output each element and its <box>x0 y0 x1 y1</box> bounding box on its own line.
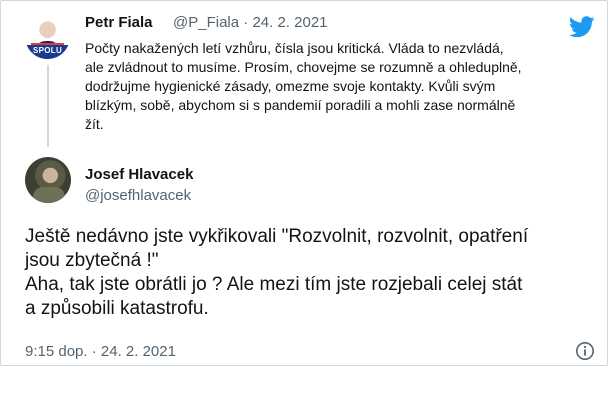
tweet-embed-card: SPOLU Petr Fiala @P_Fiala · 24. 2. 2021 … <box>0 0 608 366</box>
tweet-timestamp[interactable]: 9:15 dop. · 24. 2. 2021 <box>25 343 176 360</box>
parent-text-line: ale zvládnout to musíme. Prosím, chovejm… <box>85 59 522 75</box>
petr-fiala-avatar[interactable]: SPOLU <box>25 14 70 59</box>
info-icon[interactable] <box>575 341 595 361</box>
avatar-logo-text: SPOLU <box>32 46 63 55</box>
main-text-line: jsou zbytečná !" <box>25 250 159 271</box>
main-author-name[interactable]: Josef Hlavacek <box>85 166 193 183</box>
main-handle[interactable]: @josefhlavacek <box>85 187 191 204</box>
main-text-line: a způsobili katastrofu. <box>25 298 209 319</box>
avatar-figure <box>33 187 65 203</box>
parent-tweet-text: Počty nakažených letí vzhůru, čísla jsou… <box>85 39 595 134</box>
main-text-line: Ještě nedávno jste vykřikovali "Rozvolni… <box>25 226 529 247</box>
twitter-bird-icon[interactable] <box>569 16 595 38</box>
parent-handle[interactable]: @P_Fiala <box>173 14 239 31</box>
parent-text-line: dodržujme hygienické zásady, omezme svoj… <box>85 78 496 94</box>
parent-text-line: blízkým, sobě, abychom si s pandemií por… <box>85 97 516 113</box>
meta-separator: · <box>243 14 249 31</box>
parent-text-line: Počty nakažených letí vzhůru, čísla jsou… <box>85 40 504 56</box>
main-text-line: Aha, tak jste obrátli jo ? Ale mezi tím … <box>25 274 523 295</box>
parent-text-line: žít. <box>85 116 104 132</box>
thread-connector-line <box>47 65 49 147</box>
parent-author-name[interactable]: Petr Fiala <box>85 14 153 31</box>
parent-meta: @P_Fiala · 24. 2. 2021 <box>173 14 328 31</box>
josef-hlavacek-avatar[interactable] <box>25 157 71 203</box>
main-tweet-text: Ještě nedávno jste vykřikovali "Rozvolni… <box>25 225 595 321</box>
parent-date[interactable]: 24. 2. 2021 <box>252 14 327 31</box>
